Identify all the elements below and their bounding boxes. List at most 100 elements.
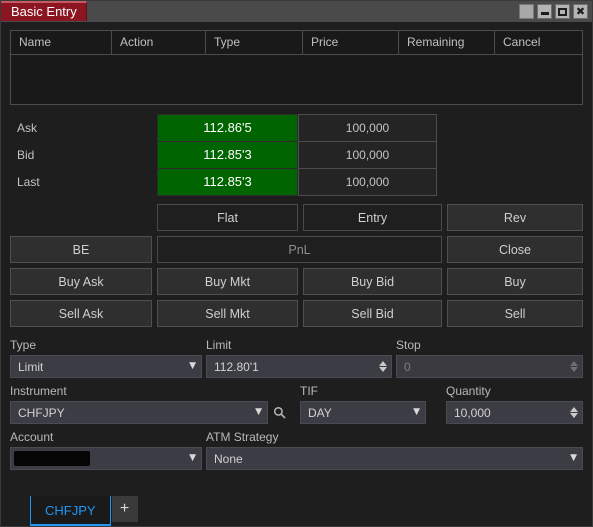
buy-mkt-button[interactable]: Buy Mkt xyxy=(157,268,298,295)
action-row-sell: Sell Ask Sell Mkt Sell Bid Sell xyxy=(10,300,583,327)
chevron-down-icon: ▼ xyxy=(189,361,196,371)
window-content: Name Action Type Price Remaining Cancel … xyxy=(1,22,592,526)
close-icon: ✖ xyxy=(575,5,586,18)
limit-label: Limit xyxy=(206,338,232,352)
form-row-instrument-tif-quantity: Instrument CHFJPY ▼ TIF DAY ▼ Quantity 1… xyxy=(10,384,583,424)
price-label-last: Last xyxy=(17,175,40,189)
column-header-name[interactable]: Name xyxy=(11,31,112,54)
stepper-up-icon xyxy=(570,361,578,366)
stepper-down-icon[interactable] xyxy=(379,367,387,372)
stepper-down-icon[interactable] xyxy=(570,413,578,418)
stop-stepper xyxy=(570,361,578,372)
buy-ask-button[interactable]: Buy Ask xyxy=(10,268,152,295)
price-row-ask: Ask 112.86'5 100,000 xyxy=(10,114,583,142)
atm-strategy-field-group: ATM Strategy None ▼ xyxy=(206,430,583,470)
tif-label: TIF xyxy=(300,384,318,398)
account-redaction-overlay xyxy=(14,451,90,466)
action-row-flat-entry-rev: Flat Entry Rev xyxy=(10,204,583,231)
sell-mkt-button[interactable]: Sell Mkt xyxy=(157,300,298,327)
quantity-stepper[interactable] xyxy=(570,407,578,418)
quantity-label: Quantity xyxy=(446,384,491,398)
limit-field-group: Limit 112.80'1 xyxy=(206,338,396,378)
column-header-remaining[interactable]: Remaining xyxy=(399,31,495,54)
magnifier-icon[interactable] xyxy=(268,401,290,424)
order-form: Type Limit ▼ Limit 112.80'1 Stop 0 Instr… xyxy=(10,338,583,476)
form-row-account-atm: Account U4060788 ▼ ATM Strategy None ▼ xyxy=(10,430,583,470)
action-row-be-pnl-close: BE PnL Close xyxy=(10,236,583,263)
window-titlebar[interactable]: Basic Entry ✖ xyxy=(1,1,592,22)
stop-price-value: 0 xyxy=(404,359,411,374)
stop-field-group: Stop 0 xyxy=(396,338,583,378)
type-select[interactable]: Limit ▼ xyxy=(10,355,202,378)
price-value-last[interactable]: 112.85'3 xyxy=(157,168,298,196)
limit-stepper[interactable] xyxy=(379,361,387,372)
column-header-action[interactable]: Action xyxy=(112,31,206,54)
tab-chfjpy[interactable]: CHFJPY xyxy=(30,496,111,526)
minimize-button[interactable] xyxy=(537,4,552,19)
restore-blank-button[interactable] xyxy=(519,4,534,19)
sell-bid-button[interactable]: Sell Bid xyxy=(303,300,442,327)
instrument-control: CHFJPY ▼ xyxy=(10,401,300,424)
stop-label: Stop xyxy=(396,338,421,352)
be-button[interactable]: BE xyxy=(10,236,152,263)
orders-grid-body xyxy=(11,55,582,104)
stop-price-input: 0 xyxy=(396,355,583,378)
price-quantity-ask[interactable]: 100,000 xyxy=(298,114,437,142)
chevron-down-icon: ▼ xyxy=(255,407,262,417)
window-controls: ✖ xyxy=(519,1,592,22)
basic-entry-window: Basic Entry ✖ Name Action Type Price Rem… xyxy=(0,0,593,527)
price-value-ask[interactable]: 112.86'5 xyxy=(157,114,298,142)
action-row-1-spacer xyxy=(10,204,152,231)
account-field-group: Account U4060788 ▼ xyxy=(10,430,206,470)
price-value-bid[interactable]: 112.85'3 xyxy=(157,141,298,169)
sell-ask-button[interactable]: Sell Ask xyxy=(10,300,152,327)
price-quantity-bid[interactable]: 100,000 xyxy=(298,141,437,169)
type-select-value: Limit xyxy=(18,359,44,374)
tif-field-group: TIF DAY ▼ xyxy=(300,384,446,424)
type-field-group: Type Limit ▼ xyxy=(10,338,206,378)
column-header-cancel[interactable]: Cancel xyxy=(495,31,582,54)
sell-button[interactable]: Sell xyxy=(447,300,583,327)
account-label: Account xyxy=(10,430,54,444)
limit-price-input[interactable]: 112.80'1 xyxy=(206,355,392,378)
quantity-input[interactable]: 10,000 xyxy=(446,401,583,424)
rev-button[interactable]: Rev xyxy=(447,204,583,231)
atm-strategy-select[interactable]: None ▼ xyxy=(206,447,583,470)
stepper-down-icon xyxy=(570,367,578,372)
buy-button[interactable]: Buy xyxy=(447,268,583,295)
account-select[interactable]: U4060788 ▼ xyxy=(10,447,202,470)
instrument-label: Instrument xyxy=(10,384,67,398)
stepper-up-icon[interactable] xyxy=(570,407,578,412)
flat-button[interactable]: Flat xyxy=(157,204,298,231)
close-button[interactable]: ✖ xyxy=(573,4,588,19)
buy-bid-button[interactable]: Buy Bid xyxy=(303,268,442,295)
atm-strategy-select-value: None xyxy=(214,451,243,466)
add-tab-button[interactable]: + xyxy=(111,496,138,522)
chevron-down-icon: ▼ xyxy=(413,407,420,417)
column-header-type[interactable]: Type xyxy=(206,31,303,54)
price-label-ask: Ask xyxy=(17,121,38,135)
maximize-button[interactable] xyxy=(555,4,570,19)
price-quantity-last[interactable]: 100,000 xyxy=(298,168,437,196)
instrument-select[interactable]: CHFJPY ▼ xyxy=(10,401,268,424)
chevron-down-icon: ▼ xyxy=(189,453,196,463)
action-row-buy: Buy Ask Buy Mkt Buy Bid Buy xyxy=(10,268,583,295)
quantity-value: 10,000 xyxy=(454,405,491,420)
orders-grid: Name Action Type Price Remaining Cancel xyxy=(10,30,583,105)
column-header-price[interactable]: Price xyxy=(303,31,399,54)
close-position-button[interactable]: Close xyxy=(447,236,583,263)
price-label-bid: Bid xyxy=(17,148,35,162)
instrument-select-value: CHFJPY xyxy=(18,405,65,420)
window-title-tab[interactable]: Basic Entry xyxy=(1,1,87,21)
tif-select-value: DAY xyxy=(308,405,332,420)
quantity-field-group: Quantity 10,000 xyxy=(446,384,583,424)
tif-select[interactable]: DAY ▼ xyxy=(300,401,426,424)
price-row-last: Last 112.85'3 100,000 xyxy=(10,168,583,196)
entry-button[interactable]: Entry xyxy=(303,204,442,231)
pnl-button[interactable]: PnL xyxy=(157,236,442,263)
document-tab-strip: CHFJPY + xyxy=(10,492,583,526)
form-row-type-limit-stop: Type Limit ▼ Limit 112.80'1 Stop 0 xyxy=(10,338,583,378)
type-label: Type xyxy=(10,338,37,352)
atm-strategy-label: ATM Strategy xyxy=(206,430,279,444)
stepper-up-icon[interactable] xyxy=(379,361,387,366)
